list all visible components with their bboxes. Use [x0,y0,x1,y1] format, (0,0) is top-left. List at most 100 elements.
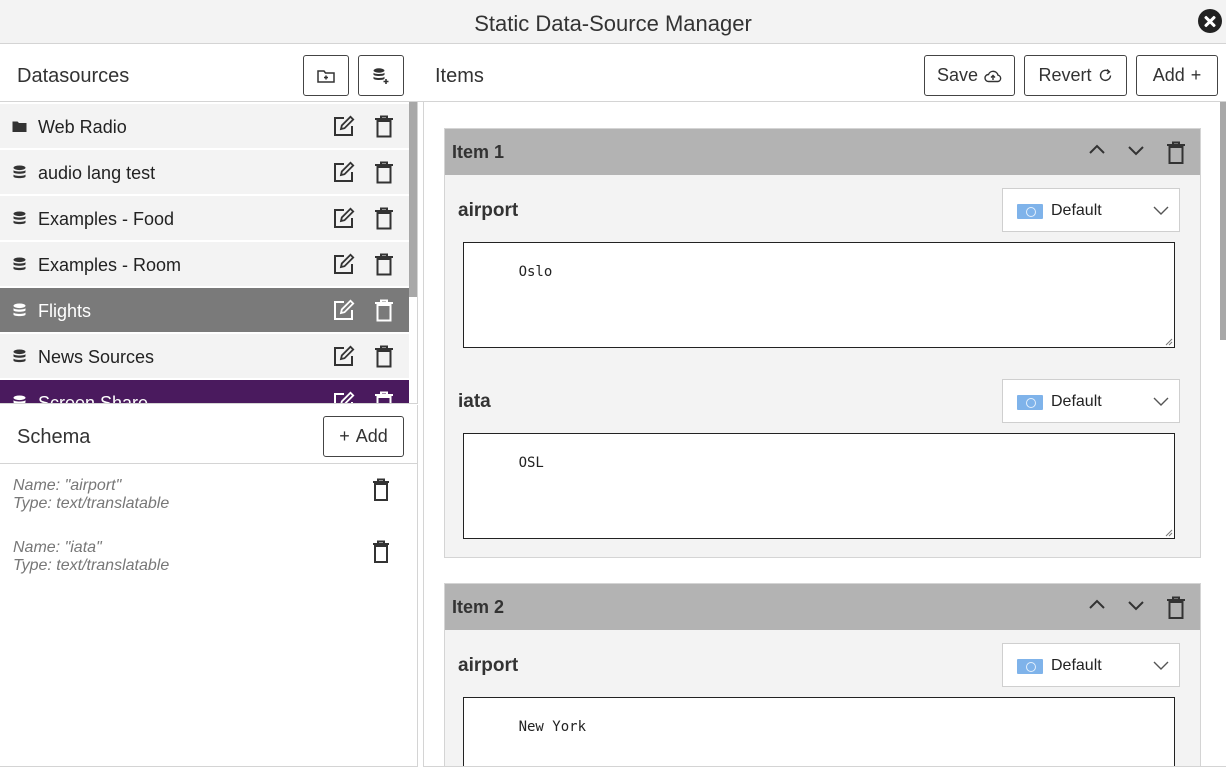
datasource-item-label: audio lang test [38,163,156,183]
edit-icon[interactable] [333,253,355,275]
field-label: airport [458,200,519,221]
trash-icon[interactable] [374,391,394,404]
datasource-item[interactable]: Examples - Food [0,196,409,241]
language-select[interactable]: Default [1002,643,1180,687]
edit-icon[interactable] [333,207,355,229]
chevron-down-icon [1153,661,1169,670]
database-icon [12,395,27,403]
database-icon [12,349,27,364]
revert-label: Revert [1038,65,1092,85]
datasource-item[interactable]: audio lang test [0,150,409,195]
add-datasource-button[interactable] [358,55,404,96]
language-select-value: Default [1051,202,1102,219]
datasource-item-label: Examples - Room [38,255,182,275]
schema-header: Schema + Add [0,405,418,464]
database-plus-icon [373,67,389,84]
trash-icon[interactable] [372,478,390,502]
datasource-item-label: Examples - Food [38,209,175,229]
datasources-title: Datasources [17,65,130,87]
cloud-upload-icon [984,70,1002,82]
datasource-list-scrollbar[interactable] [409,102,417,297]
language-select-value: Default [1051,657,1102,674]
items-header: Items Save Revert Add + [418,44,1226,102]
datasource-item-label: News Sources [38,347,155,367]
datasource-item[interactable]: Web Radio [0,104,409,149]
schema-field: Name: "iata" Type: text/translatable [13,539,169,575]
add-schema-field-label: Add [355,426,388,446]
chevron-up-icon[interactable] [1088,596,1106,614]
chevron-down-icon [1153,206,1169,215]
language-select-value: Default [1051,393,1102,410]
trash-icon[interactable] [1166,141,1186,165]
resize-handle-icon[interactable] [1163,527,1173,537]
datasource-item-label: Web Radio [38,117,127,137]
trash-icon[interactable] [374,299,394,322]
item-card: Item 1 airport Default Oslo iata Default… [444,128,1201,558]
trash-icon[interactable] [374,161,394,184]
refresh-icon [1099,68,1111,82]
resize-handle-icon[interactable] [1163,336,1173,346]
datasource-item[interactable]: Screen Share [0,380,409,404]
schema-field-type: Type: text/translatable [13,495,170,512]
schema-field-name: Name: "airport" [13,477,122,494]
folder-plus-icon [317,69,335,83]
language-select[interactable]: Default [1002,379,1180,423]
field-value: Oslo [518,264,553,280]
item-header: Item 2 [445,584,1200,630]
edit-icon[interactable] [333,299,355,321]
plus-icon: + [339,426,350,446]
add-schema-field-button[interactable]: + Add [323,416,404,457]
edit-icon[interactable] [333,391,355,404]
trash-icon[interactable] [374,253,394,276]
window-title: Static Data-Source Manager [474,11,752,36]
trash-icon[interactable] [1166,596,1186,620]
chevron-down-icon[interactable] [1127,596,1145,614]
item-card: Item 2 airport Default New York [444,583,1201,766]
un-flag-icon [1017,204,1043,219]
language-select[interactable]: Default [1002,188,1180,232]
trash-icon[interactable] [374,345,394,368]
edit-icon[interactable] [333,345,355,367]
add-item-button[interactable]: Add + [1136,55,1218,96]
item-header: Item 1 [445,129,1200,175]
trash-icon[interactable] [372,540,390,564]
database-icon [12,257,27,272]
schema-field: Name: "airport" Type: text/translatable [13,477,169,513]
add-folder-button[interactable] [303,55,349,96]
folder-icon [12,119,27,134]
field-value: OSL [518,455,544,471]
field-value-textarea[interactable]: Oslo [463,242,1175,348]
close-icon[interactable] [1198,9,1222,33]
edit-icon[interactable] [333,115,355,137]
field-label: airport [458,655,519,676]
chevron-up-icon[interactable] [1088,141,1106,159]
chevron-down-icon[interactable] [1127,141,1145,159]
datasource-item-label: Screen Share [38,393,149,404]
items-list: Item 1 airport Default Oslo iata Default… [423,102,1226,767]
title-bar: Static Data-Source Manager [0,0,1226,44]
schema-field-type: Type: text/translatable [13,557,170,574]
items-title: Items [435,65,484,87]
field-value: New York [518,719,587,735]
datasource-list: Web Radio audio lang test Examples - Food E… [0,102,418,404]
datasource-item[interactable]: Examples - Room [0,242,409,287]
schema-field-list: Name: "airport" Type: text/translatable … [0,464,418,767]
field-value-textarea[interactable]: OSL [463,433,1175,539]
database-icon [12,165,27,180]
database-icon [12,211,27,226]
datasource-item[interactable]: News Sources [0,334,409,379]
trash-icon[interactable] [374,115,394,138]
items-scrollbar[interactable] [1220,102,1226,340]
un-flag-icon [1017,659,1043,674]
save-button[interactable]: Save [924,55,1015,96]
trash-icon[interactable] [374,207,394,230]
field-value-textarea[interactable]: New York [463,697,1175,766]
edit-icon[interactable] [333,161,355,183]
add-item-label: Add [1152,65,1185,85]
datasource-item[interactable]: Flights [0,288,409,333]
chevron-down-icon [1153,397,1169,406]
datasource-item-label: Flights [38,301,92,321]
schema-field-name: Name: "iata" [13,539,102,556]
item-title: Item 2 [452,597,505,617]
revert-button[interactable]: Revert [1024,55,1127,96]
